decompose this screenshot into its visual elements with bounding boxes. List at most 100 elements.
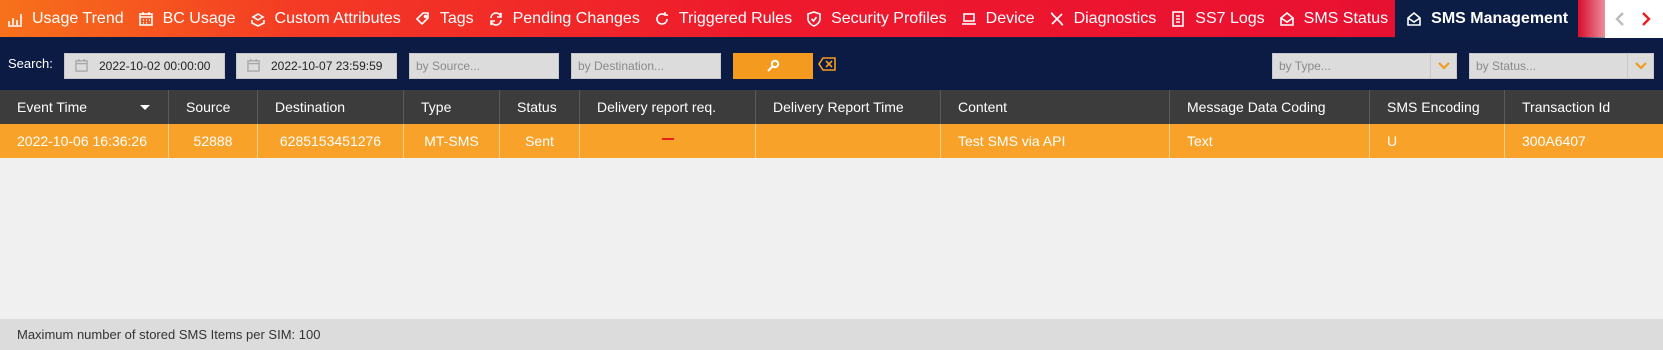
- tab-sms-management[interactable]: SMS Management: [1395, 0, 1579, 38]
- date-to-value: 2022-10-07 23:59:59: [271, 59, 383, 73]
- tab-tags[interactable]: Tags: [408, 0, 481, 38]
- column-header-label: Delivery Report Time: [773, 99, 904, 115]
- cell-status: Sent: [500, 124, 580, 158]
- tab-label: Triggered Rules: [678, 9, 793, 27]
- table-header: Event Time Source Destination Type Statu…: [0, 90, 1663, 124]
- stack-icon: [249, 10, 267, 28]
- column-header-event-time[interactable]: Event Time: [0, 90, 169, 124]
- table-row[interactable]: 2022-10-06 16:36:26 52888 6285153451276 …: [0, 124, 1663, 158]
- tab-pending-changes[interactable]: Pending Changes: [481, 0, 647, 38]
- chevron-down-icon: [1430, 54, 1456, 78]
- tab-list: Usage Trend BC Usage Custom Attributes T…: [0, 0, 1579, 38]
- column-header-message-data-coding[interactable]: Message Data Coding: [1170, 90, 1370, 124]
- tab-device[interactable]: Device: [954, 0, 1042, 38]
- column-header-label: Delivery report req.: [597, 99, 717, 115]
- cell-event-time: 2022-10-06 16:36:26: [0, 124, 169, 158]
- clear-filters-button[interactable]: [818, 57, 838, 73]
- sort-desc-icon: [140, 105, 150, 110]
- envelope-open-icon: [1405, 10, 1423, 28]
- tab-label: Pending Changes: [512, 9, 640, 27]
- column-header-delivery-report-req[interactable]: Delivery report req.: [580, 90, 756, 124]
- calendar-icon: [247, 59, 261, 73]
- tab-bc-usage[interactable]: BC Usage: [131, 0, 243, 38]
- cell-message-data-coding: Text: [1170, 124, 1370, 158]
- column-header-transaction-id[interactable]: Transaction Id: [1505, 90, 1663, 124]
- status-filter-select[interactable]: by Status...: [1469, 53, 1654, 79]
- cell-sms-encoding: U: [1370, 124, 1505, 158]
- no-report-indicator: [661, 138, 674, 140]
- envelope-open-icon: [1278, 10, 1296, 28]
- search-icon: [767, 59, 780, 72]
- laptop-icon: [960, 10, 978, 28]
- column-header-label: Transaction Id: [1522, 99, 1611, 115]
- scroll-left-button[interactable]: [1611, 9, 1629, 29]
- column-header-label: Type: [421, 99, 452, 115]
- refresh-icon: [653, 10, 671, 28]
- tab-label: Device: [985, 9, 1035, 27]
- cell-delivery-report-time: [756, 124, 941, 158]
- backspace-icon: [818, 57, 836, 71]
- date-from-input[interactable]: 2022-10-02 00:00:00: [64, 53, 225, 79]
- column-header-label: Destination: [275, 99, 346, 115]
- tab-label: SMS Management: [1431, 9, 1569, 27]
- filter-bar: Search: 2022-10-02 00:00:00 2022-10-07 2…: [0, 38, 1663, 90]
- column-header-label: Status: [517, 99, 557, 115]
- column-header-delivery-report-time[interactable]: Delivery Report Time: [756, 90, 941, 124]
- tab-label: Security Profiles: [831, 9, 947, 27]
- column-header-label: Message Data Coding: [1187, 99, 1326, 115]
- bar-chart-icon: [6, 10, 24, 28]
- type-select-placeholder: by Type...: [1279, 59, 1331, 73]
- date-to-input[interactable]: 2022-10-07 23:59:59: [236, 53, 397, 79]
- chevron-down-icon: [1627, 54, 1653, 78]
- tab-label: Tags: [439, 9, 474, 27]
- tools-icon: [1048, 10, 1066, 28]
- cell-transaction-id: 300A6407: [1522, 133, 1586, 149]
- column-header-label: SMS Encoding: [1387, 99, 1480, 115]
- source-filter-input[interactable]: [409, 53, 559, 79]
- cell-content: Test SMS via API: [941, 124, 1170, 158]
- chevron-left-icon: [1615, 12, 1624, 26]
- sms-table: Event Time Source Destination Type Statu…: [0, 90, 1663, 158]
- tab-triggered-rules[interactable]: Triggered Rules: [647, 0, 799, 38]
- tab-label: SMS Status: [1303, 9, 1389, 27]
- tab-label: BC Usage: [162, 9, 236, 27]
- type-filter-select[interactable]: by Type...: [1272, 53, 1457, 79]
- tab-usage-trend[interactable]: Usage Trend: [0, 0, 131, 38]
- chevron-right-icon: [1642, 12, 1651, 26]
- tab-label: SS7 Logs: [1195, 9, 1265, 27]
- calendar-grid-icon: [137, 10, 155, 28]
- document-icon: [1169, 10, 1187, 28]
- destination-filter-input[interactable]: [571, 53, 721, 79]
- tab-bar: Usage Trend BC Usage Custom Attributes T…: [0, 0, 1663, 38]
- cell-type: MT-SMS: [404, 124, 500, 158]
- tab-custom-attributes[interactable]: Custom Attributes: [243, 0, 408, 38]
- column-header-content[interactable]: Content: [941, 90, 1170, 124]
- tab-label: Custom Attributes: [274, 9, 401, 27]
- search-button[interactable]: [733, 53, 813, 79]
- cell-source: 52888: [169, 124, 258, 158]
- cell-destination: 6285153451276: [258, 124, 404, 158]
- max-items-text: Maximum number of stored SMS Items per S…: [17, 327, 321, 342]
- column-header-source[interactable]: Source: [169, 90, 258, 124]
- tab-diagnostics[interactable]: Diagnostics: [1042, 0, 1164, 38]
- calendar-icon: [75, 59, 89, 73]
- search-label: Search:: [8, 56, 53, 71]
- column-header-sms-encoding[interactable]: SMS Encoding: [1370, 90, 1505, 124]
- scroll-right-button[interactable]: [1637, 9, 1655, 29]
- column-header-status[interactable]: Status: [500, 90, 580, 124]
- column-header-label: Content: [958, 99, 1008, 115]
- tab-scroll-controls: [1605, 0, 1655, 38]
- tab-sms-status[interactable]: SMS Status: [1272, 0, 1395, 38]
- tab-security-profiles[interactable]: Security Profiles: [799, 0, 954, 38]
- shield-icon: [805, 10, 823, 28]
- status-select-placeholder: by Status...: [1476, 59, 1537, 73]
- tag-icon: [414, 10, 432, 28]
- column-header-label: Source: [186, 99, 231, 115]
- cell-delivery-report-req: [580, 124, 756, 158]
- column-header-destination[interactable]: Destination: [258, 90, 404, 124]
- column-header-type[interactable]: Type: [404, 90, 500, 124]
- date-from-value: 2022-10-02 00:00:00: [99, 59, 211, 73]
- tab-ss7-logs[interactable]: SS7 Logs: [1163, 0, 1271, 38]
- column-header-label: Event Time: [17, 99, 88, 115]
- tab-label: Diagnostics: [1073, 9, 1157, 27]
